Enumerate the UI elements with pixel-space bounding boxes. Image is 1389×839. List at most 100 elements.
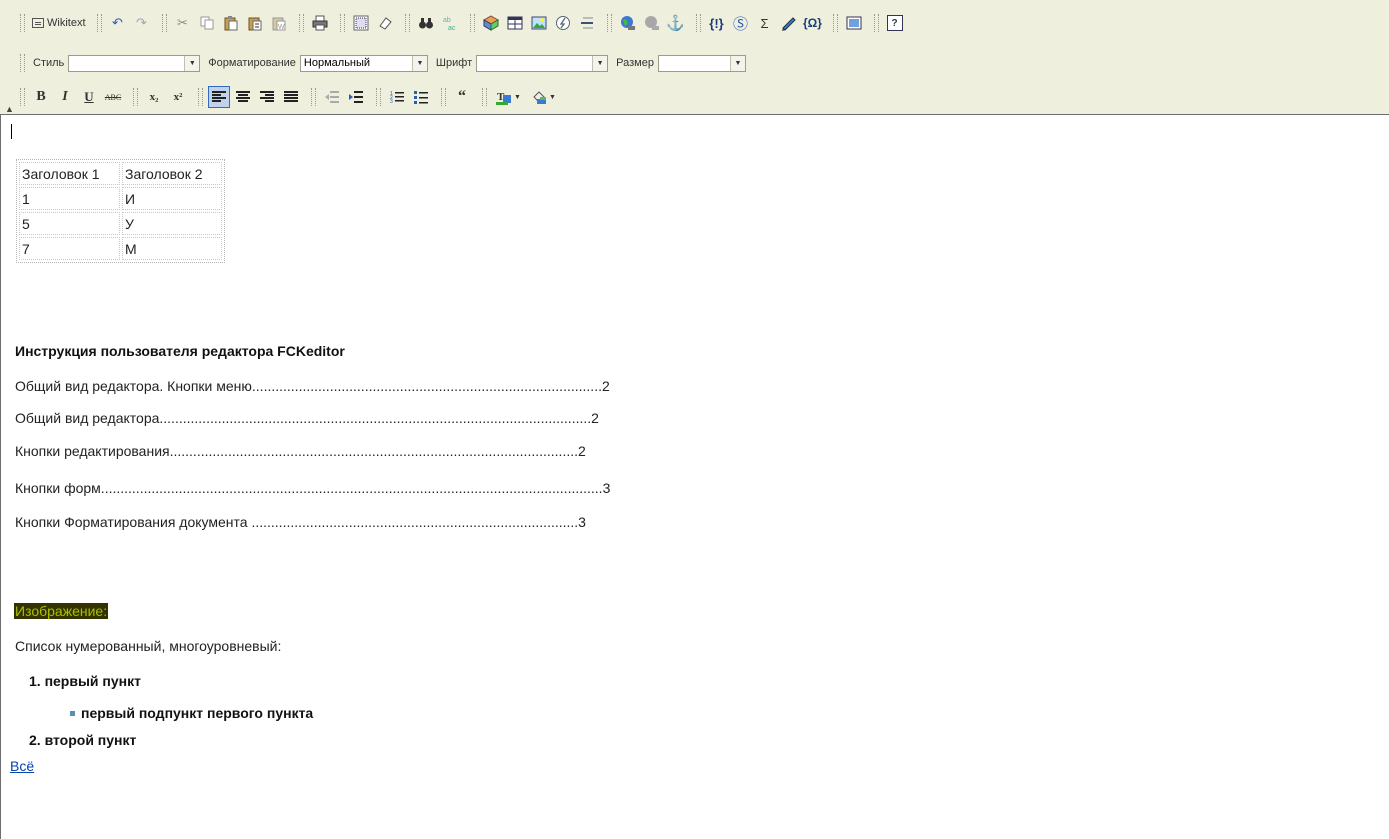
horizontal-rule-button[interactable] (576, 12, 598, 34)
chevron-down-icon: ▼ (592, 55, 608, 71)
signature-button[interactable]: Ⓢ (730, 12, 752, 34)
table-header-cell[interactable]: Заголовок 1 (19, 162, 120, 185)
align-left-button[interactable] (208, 86, 230, 108)
paste-button[interactable] (220, 12, 242, 34)
print-button[interactable] (309, 12, 331, 34)
table-cell[interactable]: М (122, 237, 222, 260)
toc-entry: Общий вид редактора.....................… (15, 410, 599, 426)
table-button[interactable] (504, 12, 526, 34)
unlink-button[interactable] (641, 12, 663, 34)
find-button[interactable] (415, 12, 437, 34)
table-icon (507, 16, 522, 30)
anchor-icon: ⚓ (666, 15, 685, 32)
toc-entry: Кнопки форм.............................… (15, 480, 611, 496)
table-cell[interactable]: И (122, 187, 222, 210)
background-color-button[interactable]: ▼ (527, 86, 560, 108)
strikethrough-button[interactable]: ABC (102, 86, 124, 108)
bullet-icon (70, 710, 75, 716)
italic-button[interactable]: I (54, 86, 76, 108)
quote-icon: “ (458, 88, 466, 105)
toolbar-grip (298, 14, 304, 32)
toolbar-row-3: B I U ABC x₂ x² 123 “ T ▼ ▼ (20, 86, 561, 108)
select-all-button[interactable] (350, 12, 372, 34)
indent-button[interactable] (345, 86, 367, 108)
numbered-list-button[interactable]: 123 (386, 86, 408, 108)
wikitext-button[interactable]: Wikitext (29, 12, 89, 34)
table-cell[interactable]: 7 (19, 237, 120, 260)
bulleted-list-button[interactable] (410, 86, 432, 108)
strikethrough-icon: ABC (104, 92, 122, 102)
blockquote-button[interactable]: “ (451, 86, 473, 108)
form-cube-icon (482, 15, 499, 31)
paste-word-icon: W (272, 17, 285, 31)
align-right-icon (260, 91, 274, 102)
subscript-button[interactable]: x₂ (143, 86, 165, 108)
text-color-button[interactable]: T ▼ (492, 86, 525, 108)
size-select[interactable]: ▼ (657, 54, 746, 72)
image-icon (531, 16, 546, 30)
format-select[interactable]: Нормальный ▼ (299, 54, 428, 72)
list-subitem-text: первый подпункт первого пункта (81, 705, 314, 721)
align-center-icon (236, 91, 250, 102)
toolbar-grip[interactable] (20, 88, 25, 106)
replace-button[interactable]: ab ac (439, 12, 461, 34)
toolbar-grip[interactable] (20, 14, 25, 32)
remove-format-button[interactable] (374, 12, 396, 34)
undo-button[interactable]: ↶ (107, 12, 129, 34)
chevron-down-icon: ▼ (514, 93, 521, 101)
horizontal-rule-icon (580, 17, 593, 29)
undo-icon: ↶ (112, 15, 123, 30)
content-table: Заголовок 1 Заголовок 2 1 И 5 У 7 М (16, 159, 225, 263)
eraser-icon (378, 17, 392, 30)
flash-button[interactable] (552, 12, 574, 34)
style-select[interactable]: ▼ (68, 54, 201, 72)
template-braces-icon: {!} (709, 15, 724, 31)
paste-word-button[interactable]: W (268, 12, 290, 34)
form-button[interactable] (480, 12, 502, 34)
toolbar-grip[interactable] (20, 54, 25, 72)
bold-button[interactable]: B (30, 86, 52, 108)
outdent-button[interactable] (321, 86, 343, 108)
pen-icon (781, 17, 796, 31)
all-link[interactable]: Всё (10, 758, 34, 774)
list-intro: Список нумерованный, многоуровневый: (15, 638, 282, 654)
align-justify-icon (284, 91, 298, 102)
table-cell[interactable]: 5 (19, 212, 120, 235)
signature-icon: Ⓢ (732, 15, 748, 33)
anchor-button[interactable]: ⚓ (665, 12, 687, 34)
align-justify-button[interactable] (280, 86, 302, 108)
paste-text-button[interactable] (244, 12, 266, 34)
table-cell[interactable]: 1 (19, 187, 120, 210)
toolbar-grip (376, 88, 381, 106)
image-button[interactable] (528, 12, 550, 34)
copy-button[interactable] (196, 12, 218, 34)
template-button[interactable]: {!} (706, 12, 728, 34)
table-cell[interactable]: У (122, 212, 222, 235)
svg-text:3: 3 (390, 99, 393, 104)
align-center-button[interactable] (232, 86, 254, 108)
help-button[interactable]: ? (884, 12, 906, 34)
toc-entry: Кнопки Форматирования документа ........… (15, 514, 586, 530)
font-select[interactable]: ▼ (476, 54, 609, 72)
style-label: Стиль (33, 57, 65, 69)
table-header-cell[interactable]: Заголовок 2 (122, 162, 222, 185)
link-button[interactable] (617, 12, 639, 34)
toolbar-grip (311, 88, 316, 106)
chevron-down-icon: ▼ (548, 93, 556, 101)
flash-icon (555, 16, 570, 30)
reference-button[interactable] (778, 12, 800, 34)
sigma-icon: Σ (760, 15, 769, 31)
paint-bucket-icon (533, 91, 546, 104)
indent-icon (349, 91, 363, 103)
align-right-button[interactable] (256, 86, 278, 108)
special-char-button[interactable]: {Ω} (802, 12, 824, 34)
collapse-toolbar-icon[interactable]: ▲ (5, 104, 14, 114)
image-label-highlight: Изображение: (14, 603, 109, 619)
cut-button[interactable]: ✂ (172, 12, 194, 34)
toolbar-grip (339, 14, 345, 32)
superscript-button[interactable]: x² (167, 86, 189, 108)
formula-button[interactable]: Σ (754, 12, 776, 34)
fullscreen-button[interactable] (843, 12, 865, 34)
underline-button[interactable]: U (78, 86, 100, 108)
redo-button[interactable]: ↷ (131, 12, 153, 34)
